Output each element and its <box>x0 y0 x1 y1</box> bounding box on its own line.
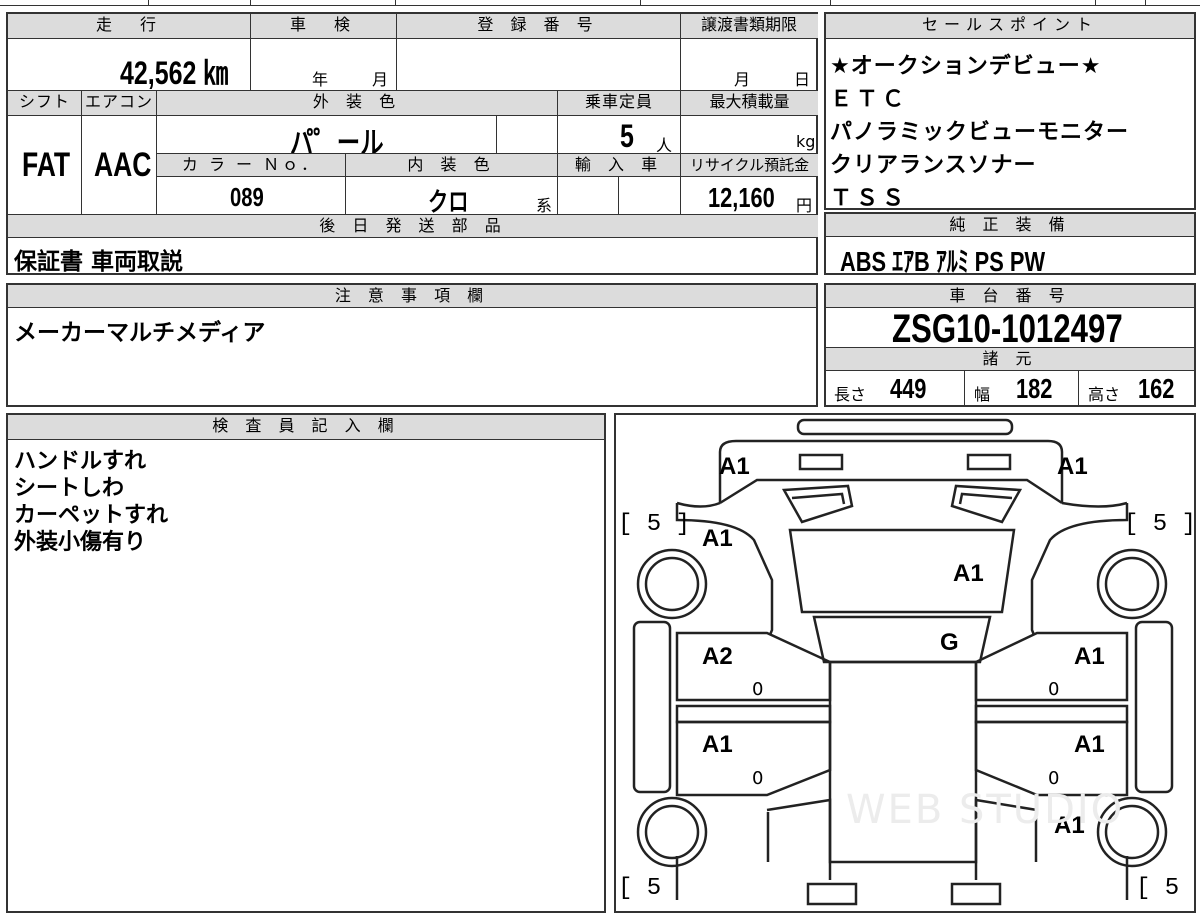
mileage-value: 42,562 ㎞ <box>120 55 229 91</box>
damage-mark-front-door-right: A1 <box>1074 643 1105 670</box>
factory-equipment-panel: 純 正 装 備 ABS ｴｱB ｱﾙﾐ PS PW <box>824 212 1196 277</box>
top-border-strip <box>0 0 1200 8</box>
door-zero-marker: 0 <box>1048 679 1060 700</box>
sales-point-line: ＴＳＳ <box>830 186 909 211</box>
capacity-value: 5 <box>620 118 634 154</box>
notes-header: 注 意 事 項 欄 <box>8 285 816 307</box>
damage-mark-rear-door-right: A1 <box>1074 731 1105 758</box>
mileage-header: 走 行 <box>8 14 250 38</box>
length-label: 長さ <box>834 385 867 404</box>
registration-header: 登 録 番 号 <box>396 14 680 38</box>
door-zero-marker: 0 <box>752 679 764 700</box>
later-parts-value: 保証書 車両取説 <box>14 249 184 275</box>
damage-mark-windshield: A1 <box>953 560 984 587</box>
damage-mark-front-left: A1 <box>719 453 750 480</box>
sales-point-line: ★オークションデビュー★ <box>830 54 1102 79</box>
tire-depth-front-left: [ 5 ] <box>618 511 691 538</box>
shaken-year-unit: 年 <box>312 70 329 89</box>
tire-depth-rear-left: [ 5 <box>618 875 662 902</box>
factory-equipment-list: ABS ｴｱB ｱﾙﾐ PS PW <box>840 246 1046 277</box>
length-value: 449 <box>890 373 927 404</box>
vehicle-info-grid: 走 行 車 検 登 録 番 号 譲渡書類期限 42,562 ㎞ 年 月 月 日 … <box>6 12 818 275</box>
shaken-month-unit: 月 <box>372 70 389 89</box>
sales-points-panel: セールスポイント ★オークションデビュー★ ＥＴＣ パノラミックビューモニター … <box>824 12 1196 211</box>
specs-header: 諸 元 <box>826 348 1194 370</box>
damage-mark-front-door-left: A2 <box>702 643 733 670</box>
inspector-note: 外装小傷有り <box>14 530 147 555</box>
chassis-header: 車 台 番 号 <box>826 285 1194 307</box>
color-no-value: 089 <box>230 182 264 212</box>
shaken-header: 車 検 <box>250 14 396 38</box>
damage-mark-front-right: A1 <box>1057 453 1088 480</box>
notes-text: メーカーマルチメディア <box>14 320 266 346</box>
transfer-deadline-header: 譲渡書類期限 <box>680 14 818 38</box>
damage-mark-rear-door-left: A1 <box>702 731 733 758</box>
import-header: 輸 入 車 <box>558 154 680 176</box>
sales-point-line: ＥＴＣ <box>830 87 909 112</box>
width-value: 182 <box>1016 373 1053 404</box>
tire-depth-front-right: [ 5 ] <box>1124 511 1197 538</box>
recycle-fee-header: リサイクル預託金 <box>681 154 818 176</box>
transfer-day-unit: 日 <box>794 70 811 89</box>
height-label: 高さ <box>1088 385 1121 404</box>
recycle-fee-value: 12,160 <box>708 182 775 213</box>
width-label: 幅 <box>974 385 991 404</box>
chassis-panel: 車 台 番 号 ZSG10-1012497 諸 元 長さ 449 幅 182 高… <box>824 283 1196 407</box>
capacity-header: 乗車定員 <box>558 91 680 115</box>
factory-equipment-header: 純 正 装 備 <box>826 214 1194 236</box>
watermark: WEB STUDIO <box>846 787 1125 833</box>
damage-mark-roof-glass: G <box>940 629 959 656</box>
aircon-value: AAC <box>94 146 152 184</box>
damage-diagram-panel: A1 A1 A1 A1 G A2 A1 A1 A1 A1 0 0 0 0 [ 5… <box>614 413 1196 913</box>
interior-suffix: 系 <box>536 196 553 215</box>
door-zero-marker: 0 <box>1048 768 1060 789</box>
shift-header: シフト <box>8 91 81 115</box>
sales-points-header: セールスポイント <box>826 14 1194 38</box>
max-load-header: 最大積載量 <box>681 91 818 115</box>
sales-point-line: パノラミックビューモニター <box>830 120 1130 145</box>
notes-panel: 注 意 事 項 欄 メーカーマルチメディア <box>6 283 818 407</box>
max-load-unit: kg <box>796 132 816 151</box>
color-no-header: カ ラ ー Ｎｏ． <box>157 154 345 176</box>
sales-point-line: クリアランスソナー <box>830 153 1037 178</box>
tire-depth-rear-right: [ 5 <box>1136 875 1180 902</box>
inspector-header: 検 査 員 記 入 欄 <box>8 415 604 439</box>
chassis-number: ZSG10-1012497 <box>892 307 1123 351</box>
door-zero-marker: 0 <box>752 768 764 789</box>
recycle-fee-unit: 円 <box>796 196 813 215</box>
later-parts-header: 後 日 発 送 部 品 <box>8 215 818 237</box>
exterior-color-header: 外 装 色 <box>157 91 557 115</box>
transfer-month-unit: 月 <box>734 70 751 89</box>
height-value: 162 <box>1138 373 1175 404</box>
inspector-panel: 検 査 員 記 入 欄 ハンドルすれ シートしわ カーペットすれ 外装小傷有り <box>6 413 606 913</box>
damage-mark-fender-left: A1 <box>702 525 733 552</box>
shift-value: FAT <box>22 146 71 184</box>
aircon-header: エアコン <box>82 91 156 115</box>
interior-color-header: 内 装 色 <box>346 154 557 176</box>
